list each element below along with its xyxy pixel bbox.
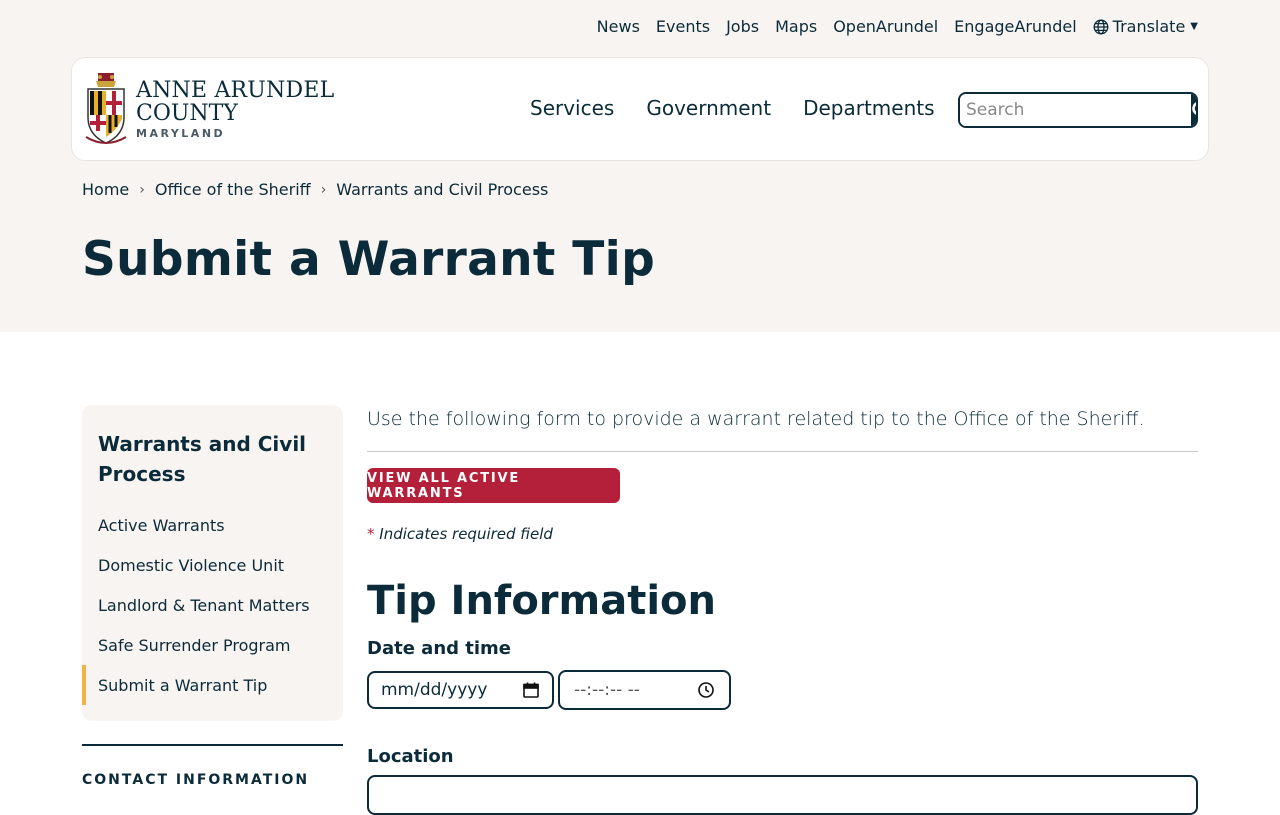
sidebar-item-active-warrants[interactable]: Active Warrants [82,505,343,545]
date-input[interactable]: mm/dd/yyyy [367,671,554,709]
logo-line-county: COUNTY [136,100,238,126]
required-note-text: Indicates required field [379,525,553,543]
sidebar-nav: Warrants and Civil Process Active Warran… [82,405,343,721]
breadcrumb-office-of-the-sheriff[interactable]: Office of the Sheriff [155,180,311,199]
location-label: Location [367,746,454,767]
chevron-right-icon: › [139,181,145,198]
nav-services[interactable]: Services [530,96,614,120]
utility-link-jobs[interactable]: Jobs [726,17,759,36]
utility-link-engagearundel[interactable]: EngageArundel [954,17,1076,36]
sidebar-item-domestic-violence-unit[interactable]: Domestic Violence Unit [82,545,343,585]
search-input[interactable] [960,94,1191,126]
logo-wordmark: ANNE ARUNDEL COUNTY MARYLAND [136,79,334,140]
clock-icon[interactable] [697,681,715,699]
utility-nav: News Events Jobs Maps OpenArundel Engage… [597,17,1198,36]
hero-banner: News Events Jobs Maps OpenArundel Engage… [0,0,1280,332]
site-header: ANNE ARUNDEL COUNTY MARYLAND Services Go… [71,57,1209,161]
main-nav: Services Government Departments [530,96,935,120]
search-icon [1192,102,1196,115]
location-input[interactable] [367,775,1198,815]
search-button[interactable] [1191,94,1196,126]
view-all-active-warrants-button[interactable]: VIEW ALL ACTIVE WARRANTS [367,468,620,503]
breadcrumb-warrants-and-civil-process[interactable]: Warrants and Civil Process [336,180,548,199]
intro-divider [367,451,1198,452]
date-time-label: Date and time [367,638,512,659]
sidebar-list: Active Warrants Domestic Violence Unit L… [82,505,343,705]
globe-icon [1093,19,1109,34]
sidebar-item-safe-surrender-program[interactable]: Safe Surrender Program [82,625,343,665]
chevron-right-icon: › [320,181,327,198]
sidebar-item-submit-a-warrant-tip[interactable]: Submit a Warrant Tip [82,665,343,705]
time-input[interactable]: --:--:-- -- [558,670,731,710]
logo-line-maryland: MARYLAND [136,126,226,140]
sidebar-title[interactable]: Warrants and Civil Process [98,429,318,489]
translate-label: Translate [1112,17,1186,36]
nav-government[interactable]: Government [646,96,771,120]
utility-link-maps[interactable]: Maps [775,17,817,36]
county-logo[interactable]: ANNE ARUNDEL COUNTY MARYLAND [84,71,334,147]
utility-link-events[interactable]: Events [656,17,710,36]
intro-text: Use the following form to provide a warr… [367,408,1145,430]
nav-departments[interactable]: Departments [803,96,934,120]
sidebar-divider [82,744,343,746]
section-title: Tip Information [367,578,716,624]
county-seal-icon [85,73,127,144]
logo-line-anne-arundel: ANNE ARUNDEL [136,77,335,103]
breadcrumb: Home › Office of the Sheriff › Warrants … [82,180,548,199]
caret-down-icon: ▼ [1190,21,1198,32]
utility-link-news[interactable]: News [597,17,640,36]
required-field-note: * Indicates required field [367,525,553,543]
calendar-icon[interactable] [522,681,540,699]
translate-dropdown[interactable]: Translate ▼ [1093,17,1198,36]
sidebar-item-landlord-tenant-matters[interactable]: Landlord & Tenant Matters [82,585,343,625]
search-box [958,92,1198,128]
page-title: Submit a Warrant Tip [82,232,656,287]
utility-link-openarundel[interactable]: OpenArundel [833,17,938,36]
contact-information-heading: CONTACT INFORMATION [82,772,310,788]
breadcrumb-home[interactable]: Home [82,180,129,199]
date-placeholder: mm/dd/yyyy [381,680,488,700]
required-asterisk: * [367,525,375,543]
time-placeholder: --:--:-- -- [574,680,640,700]
